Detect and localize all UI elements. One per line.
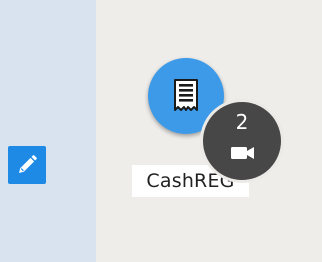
edit-button[interactable] (8, 146, 46, 184)
cash-register-receipt-icon (174, 79, 198, 111)
camera-count: 2 (235, 110, 249, 134)
device-node-cashreg[interactable]: CashREG 2 (132, 54, 292, 204)
video-camera-icon (231, 147, 254, 159)
camera-count-badge[interactable]: 2 (200, 99, 284, 183)
map-view: CashREG 2 (0, 0, 322, 262)
pencil-icon (19, 155, 37, 173)
